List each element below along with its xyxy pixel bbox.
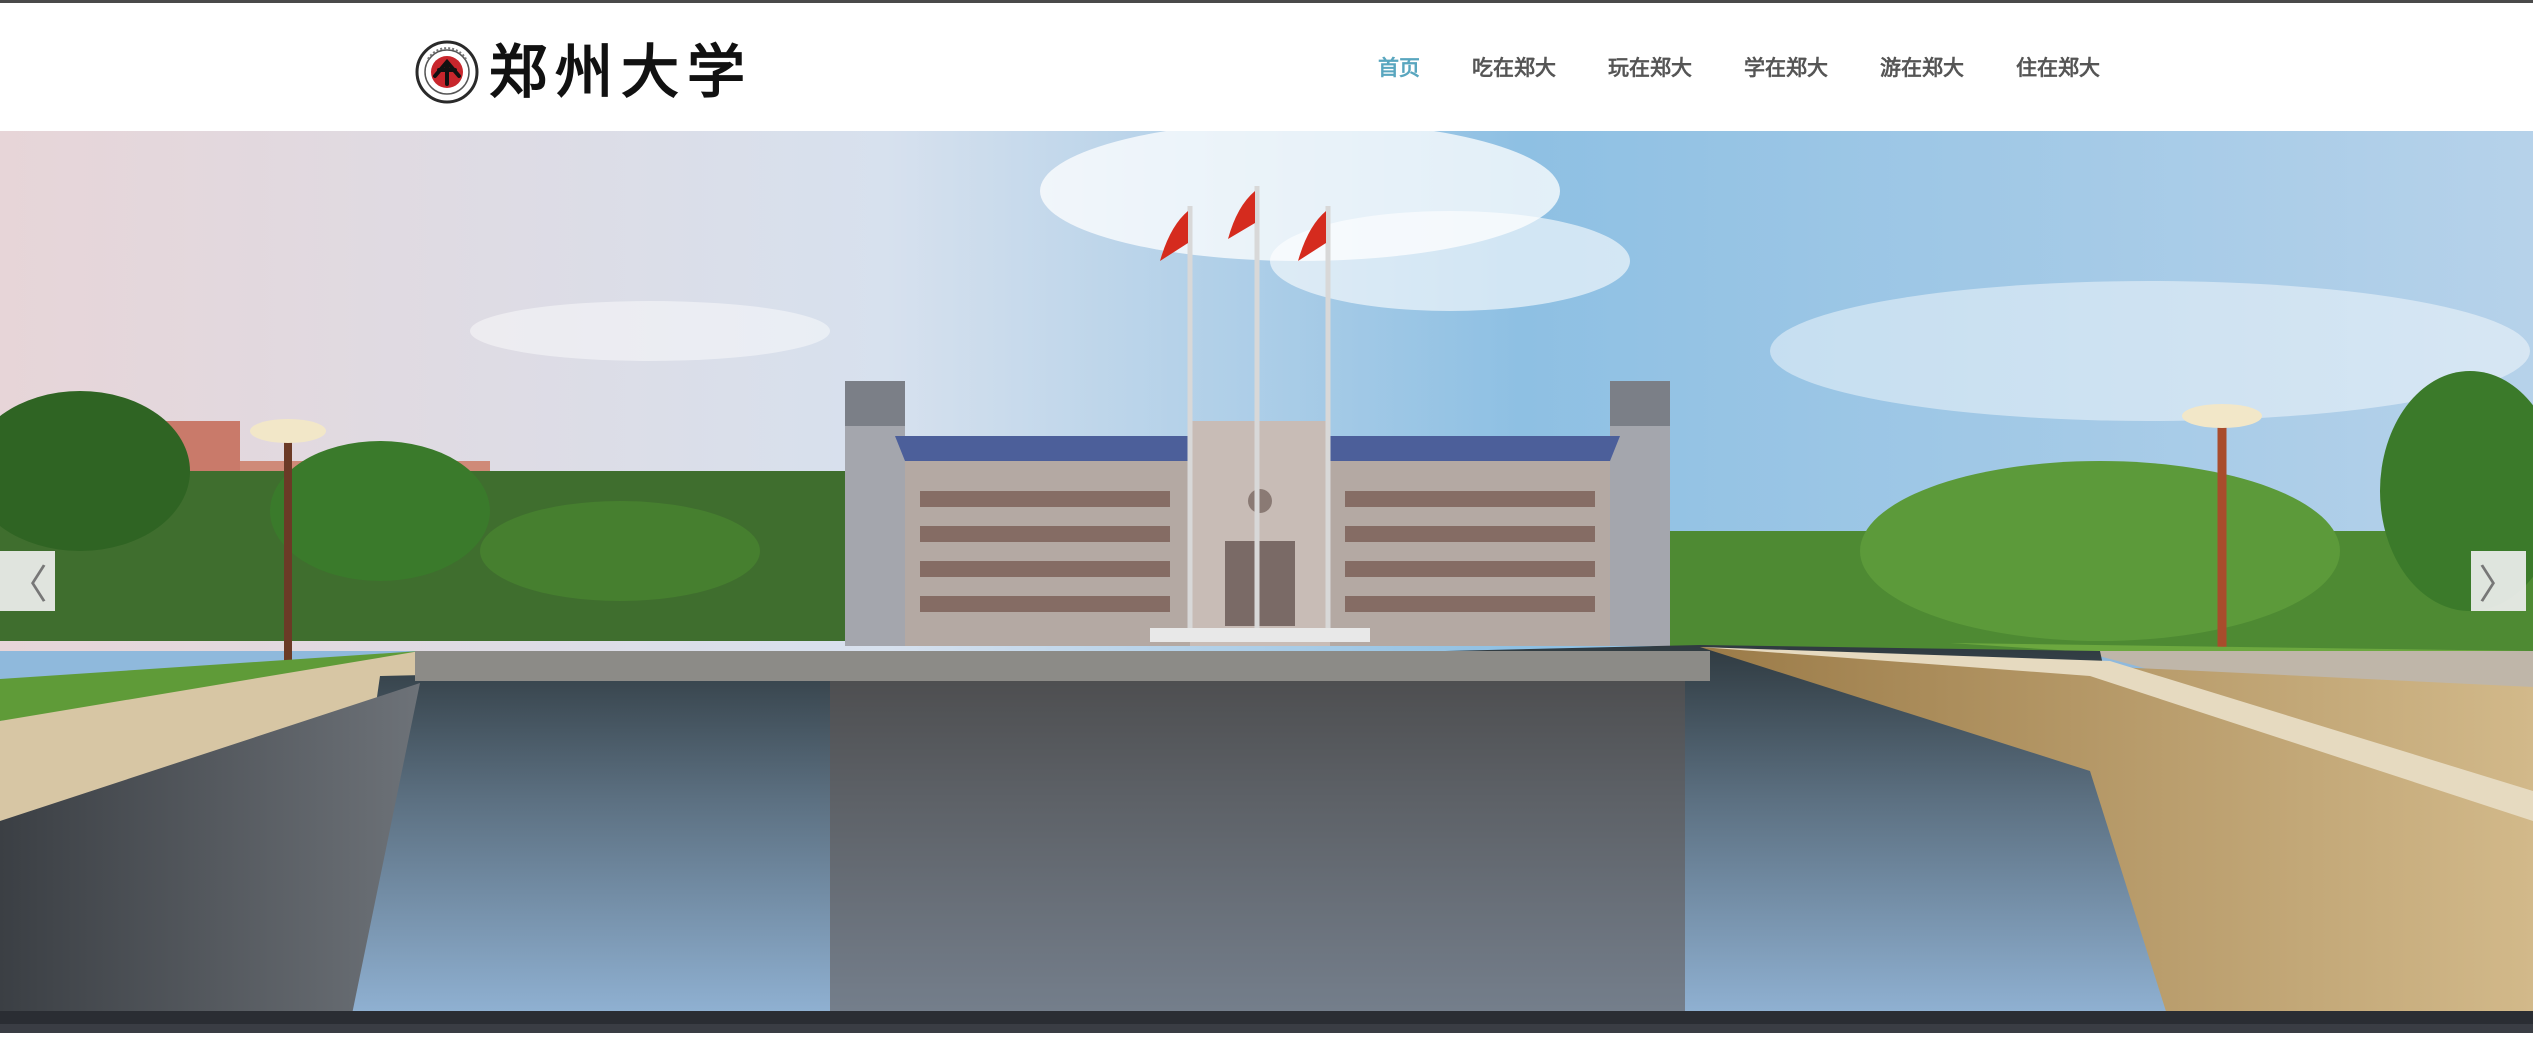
- nav-item-home[interactable]: 首页: [1378, 52, 1420, 82]
- campus-main-building-photo: [0, 131, 2533, 1024]
- hero-slider: [0, 131, 2533, 1024]
- chevron-left-icon[interactable]: 〈: [0, 551, 55, 611]
- nav-item-stay[interactable]: 住在郑大: [2016, 52, 2100, 82]
- chevron-right-icon[interactable]: 〉: [2471, 551, 2526, 611]
- main-nav: 首页 吃在郑大 玩在郑大 学在郑大 游在郑大 住在郑大: [1378, 3, 2152, 130]
- zzu-seal-icon: [415, 40, 479, 104]
- slider-bottom-bar: [0, 1024, 2533, 1033]
- site-header: 郑州大学 首页 吃在郑大 玩在郑大 学在郑大 游在郑大 住在郑大: [0, 3, 2533, 130]
- nav-item-study[interactable]: 学在郑大: [1744, 52, 1828, 82]
- nav-item-eat[interactable]: 吃在郑大: [1472, 52, 1556, 82]
- brand-name: 郑州大学: [489, 38, 754, 106]
- nav-item-travel[interactable]: 游在郑大: [1880, 52, 1964, 82]
- site-logo[interactable]: 郑州大学: [415, 35, 753, 109]
- nav-item-play[interactable]: 玩在郑大: [1608, 52, 1692, 82]
